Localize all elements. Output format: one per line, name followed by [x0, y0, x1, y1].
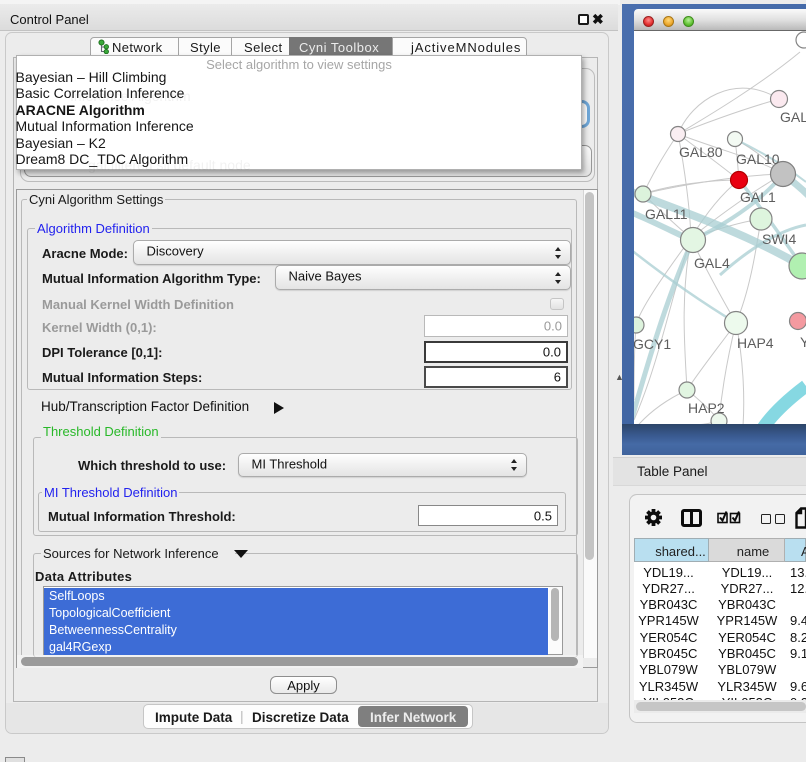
svg-text:SWI4: SWI4 — [762, 231, 796, 247]
svg-text:GAL4: GAL4 — [694, 255, 730, 271]
svg-text:GCY1: GCY1 — [634, 336, 671, 352]
svg-text:YJ: YJ — [800, 334, 806, 350]
svg-text:HAP4: HAP4 — [737, 335, 774, 351]
svg-text:HAP2: HAP2 — [688, 400, 725, 416]
svg-text:GAL80: GAL80 — [679, 144, 723, 160]
svg-text:GAL11: GAL11 — [645, 206, 688, 222]
svg-text:GAL7: GAL7 — [780, 109, 806, 125]
svg-text:GAL1: GAL1 — [740, 189, 776, 205]
svg-text:GAL10: GAL10 — [736, 151, 780, 167]
